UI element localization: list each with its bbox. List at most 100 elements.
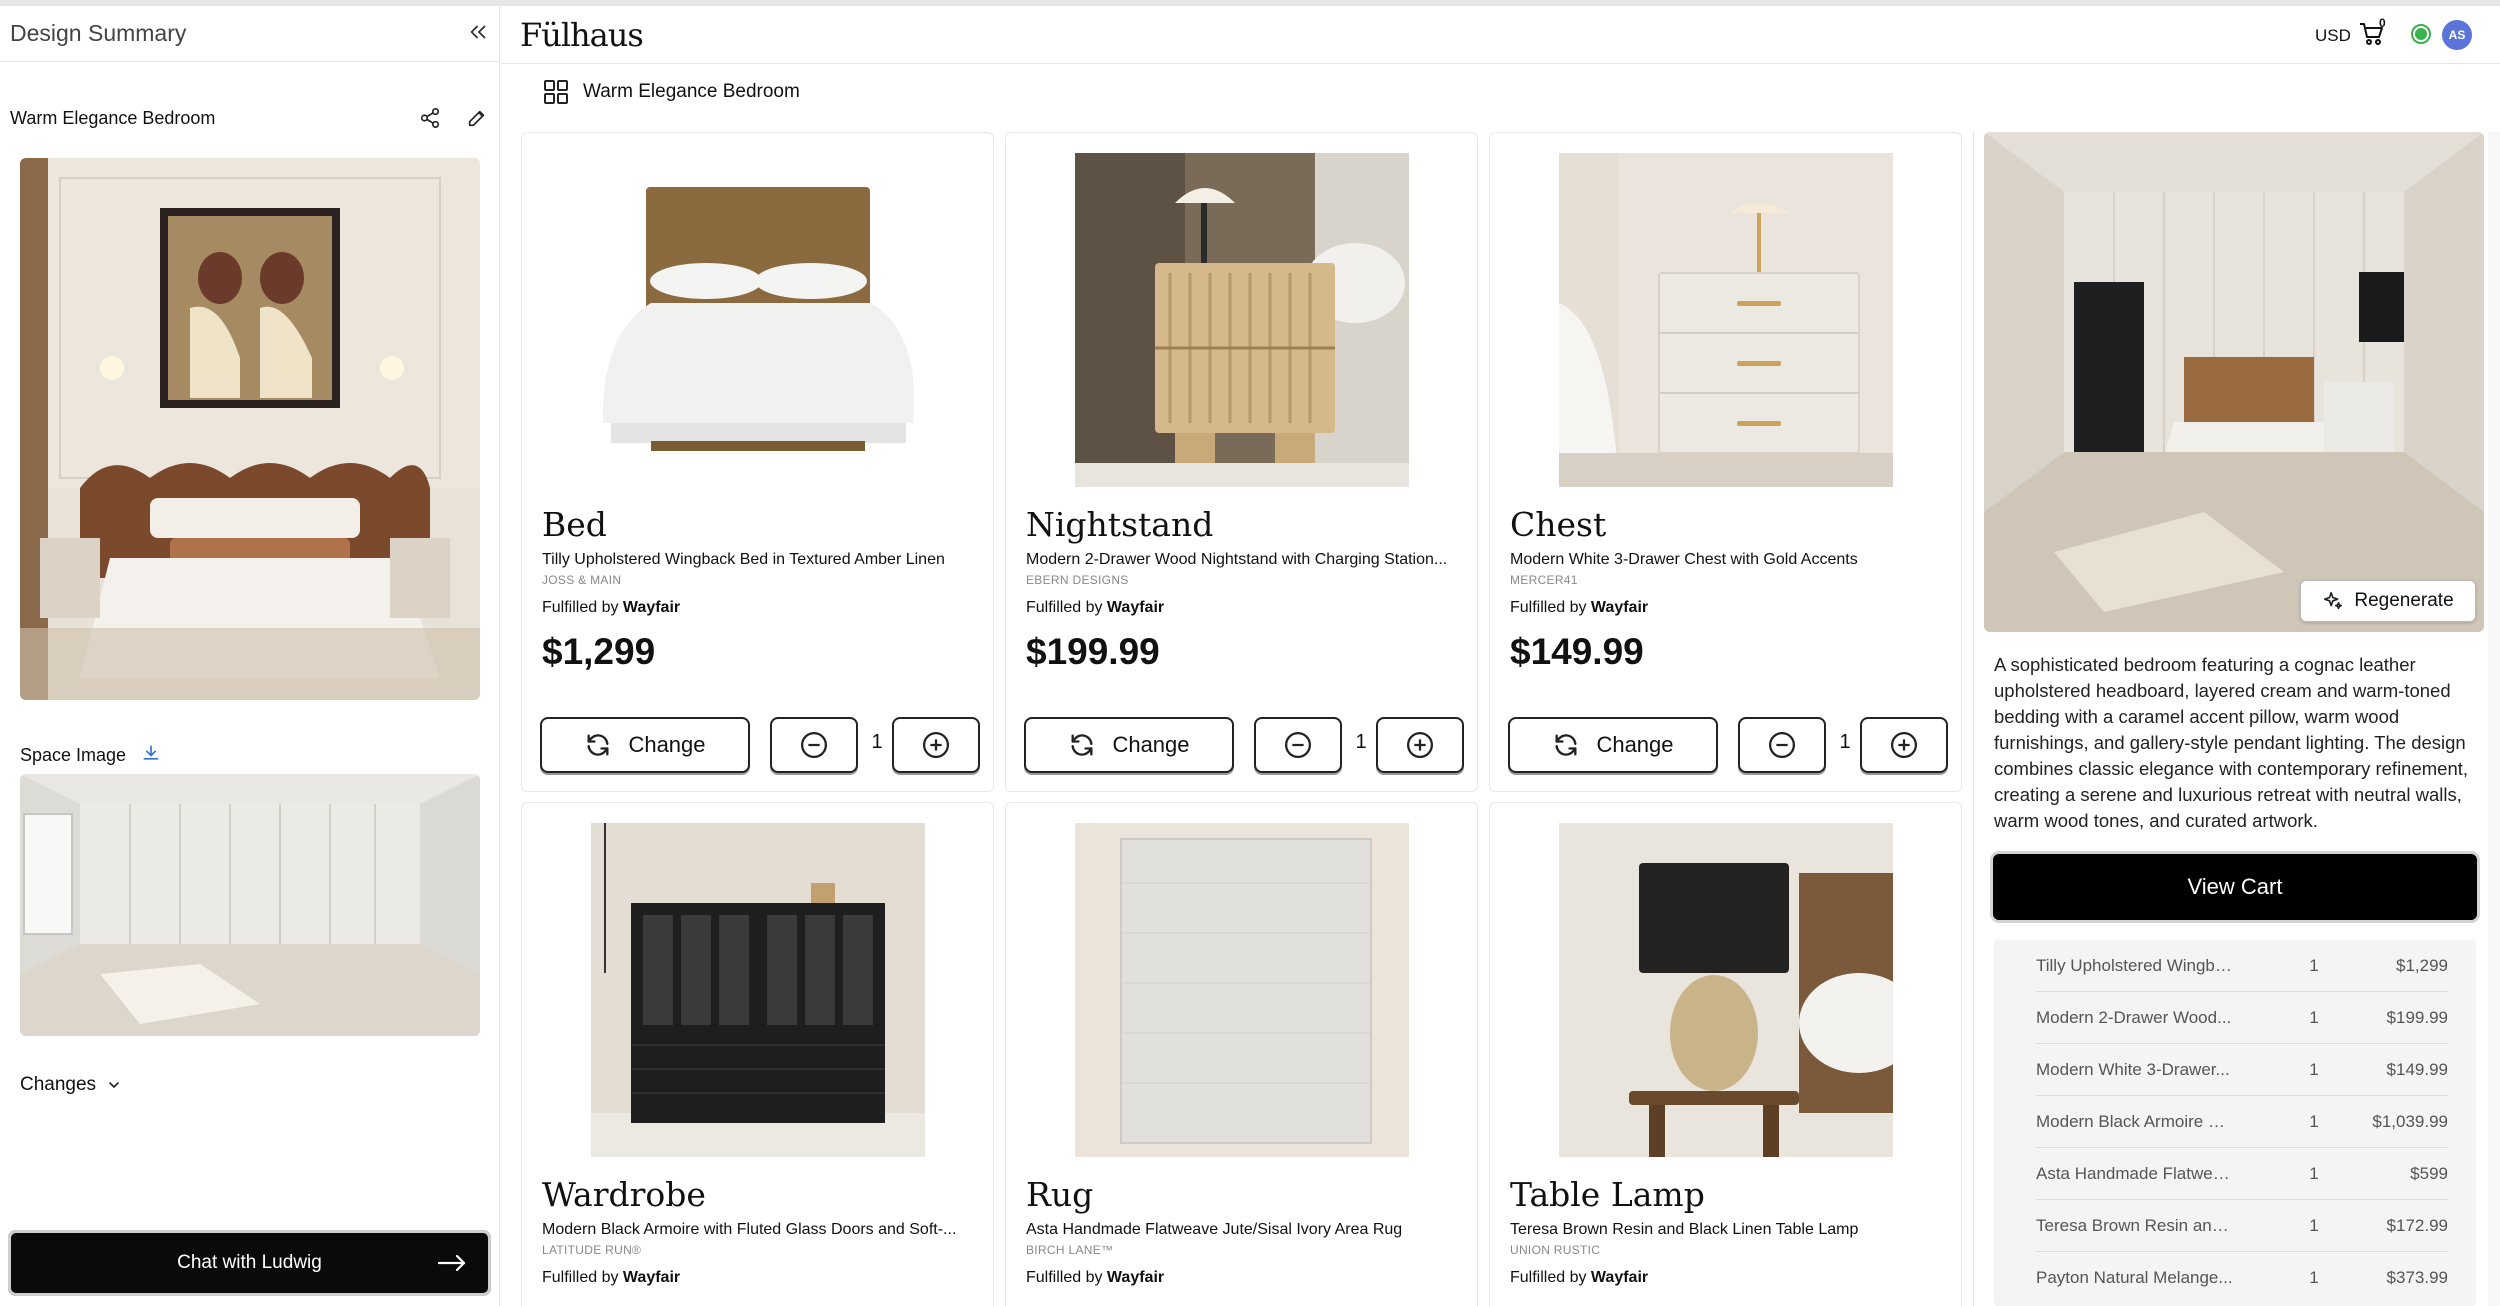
product-price: $199.99 [1026, 631, 1160, 672]
decrease-quantity-button[interactable] [1254, 717, 1342, 773]
quantity-value: 1 [1355, 731, 1367, 753]
product-name[interactable]: Teresa Brown Resin and Black Linen Table… [1510, 1221, 1950, 1239]
refresh-icon [1555, 734, 1577, 756]
product-card-chest: Chest Modern White 3-Drawer Chest with G… [1489, 132, 1962, 792]
fulfilled-prefix: Fulfilled by [1510, 599, 1591, 616]
cart-item-row[interactable]: Teresa Brown Resin and Bla... 1 $172.99 [1994, 1200, 2476, 1252]
product-category: Rug [1026, 1175, 1094, 1214]
product-brand: EBERN DESIGNS [1026, 573, 1129, 587]
cart-item-price: $599 [2410, 1164, 2448, 1183]
fulfilled-prefix: Fulfilled by [542, 599, 623, 616]
cart-item-price: $373.99 [2386, 1268, 2448, 1287]
sidebar-header: Design Summary [0, 6, 499, 62]
fulhaus-logo[interactable]: Fülhaus [520, 16, 644, 54]
cart-item-qty: 1 [2309, 1112, 2319, 1131]
regenerate-button[interactable]: Regenerate [2300, 580, 2476, 622]
app-root: Design Summary Warm Elegance Bedroom Spa… [0, 0, 2500, 1306]
change-product-button[interactable]: Change [1508, 717, 1718, 773]
product-name[interactable]: Modern Black Armoire with Fluted Glass D… [542, 1221, 982, 1239]
product-name[interactable]: Tilly Upholstered Wingback Bed in Textur… [542, 551, 982, 569]
cart-item-name: Modern White 3-Drawer... [2036, 1060, 2230, 1079]
product-image-nightstand[interactable] [1075, 153, 1409, 487]
space-image[interactable] [20, 774, 480, 1036]
product-image-bed[interactable] [591, 153, 925, 487]
product-price: $149.99 [1510, 631, 1644, 672]
product-image-wardrobe[interactable] [591, 823, 925, 1157]
cart-item-price: $1,039.99 [2372, 1112, 2448, 1131]
share-icon[interactable] [419, 107, 443, 131]
product-name[interactable]: Modern White 3-Drawer Chest with Gold Ac… [1510, 551, 1950, 569]
chat-with-ludwig-button[interactable]: Chat with Ludwig [8, 1230, 491, 1296]
cart-item-row[interactable]: Payton Natural Melange... 1 $373.99 [1994, 1252, 2476, 1304]
summary-panel: Regenerate A sophisticated bedroom featu… [1973, 132, 2500, 1306]
cart-item-row[interactable]: Modern 2-Drawer Wood... 1 $199.99 [1994, 992, 2476, 1044]
design-name: Warm Elegance Bedroom [10, 108, 216, 128]
space-image-label: Space Image [20, 745, 127, 765]
product-card-bed: Bed Tilly Upholstered Wingback Bed in Te… [521, 132, 994, 792]
chevron-down-icon [109, 1082, 119, 1088]
main-title-row: Warm Elegance Bedroom [543, 72, 800, 112]
quantity-value: 1 [1839, 731, 1851, 753]
plus-circle-icon [1407, 732, 1433, 758]
product-category: Wardrobe [542, 1175, 706, 1214]
cart-item-row[interactable]: Modern White 3-Drawer... 1 $149.99 [1994, 1044, 2476, 1096]
cart-item-row[interactable]: Modern Black Armoire with... 1 $1,039.99 [1994, 1096, 2476, 1148]
cart-item-name: Payton Natural Melange... [2036, 1268, 2233, 1287]
room-render-image[interactable] [1984, 132, 2484, 632]
cart-items-list: Tilly Upholstered Wingback... 1 $1,299 Mod… [1994, 940, 2476, 1306]
design-title: Warm Elegance Bedroom [583, 81, 800, 102]
download-icon[interactable] [141, 743, 163, 765]
change-product-button[interactable]: Change [1024, 717, 1234, 773]
decrease-quantity-button[interactable] [1738, 717, 1826, 773]
minus-circle-icon [1769, 732, 1795, 758]
cart-item-price: $199.99 [2386, 1008, 2448, 1027]
changes-toggle[interactable]: Changes [20, 1074, 122, 1096]
collapse-sidebar-icon[interactable] [466, 20, 490, 44]
arrow-right-icon [437, 1254, 466, 1272]
edit-icon[interactable] [466, 107, 490, 131]
retailer-name: Wayfair [1590, 1269, 1649, 1286]
retailer-name: Wayfair [622, 599, 681, 616]
product-card-nightstand: Nightstand Modern 2-Drawer Wood Nightsta… [1005, 132, 1478, 792]
cart-item-qty: 1 [2309, 956, 2319, 975]
cart-count-badge: 0 [2379, 16, 2386, 30]
product-name[interactable]: Asta Handmade Flatweave Jute/Sisal Ivory… [1026, 1221, 1466, 1239]
changes-label: Changes [20, 1074, 97, 1095]
refresh-icon [587, 734, 609, 756]
user-avatar[interactable]: AS [2442, 20, 2472, 50]
product-category: Nightstand [1026, 505, 1214, 544]
grid-view-icon[interactable] [543, 79, 569, 105]
panel-scrollbar[interactable] [2488, 132, 2500, 1306]
increase-quantity-button[interactable] [1376, 717, 1464, 773]
fulfilled-by: Fulfilled by Wayfair [1026, 1269, 1164, 1287]
plus-circle-icon [923, 732, 949, 758]
cart-icon[interactable]: 0 [2358, 16, 2388, 48]
retailer-name: Wayfair [622, 1269, 681, 1286]
currency-selector[interactable]: USD [2315, 26, 2351, 46]
change-product-button[interactable]: Change [540, 717, 750, 773]
cart-item-name: Modern 2-Drawer Wood... [2036, 1008, 2232, 1027]
design-render-image[interactable] [20, 158, 480, 700]
fulfilled-by: Fulfilled by Wayfair [542, 1269, 680, 1287]
cart-item-price: $1,299 [2396, 956, 2448, 975]
increase-quantity-button[interactable] [1860, 717, 1948, 773]
view-cart-button[interactable]: View Cart [1993, 854, 2477, 920]
product-image-rug[interactable] [1075, 823, 1409, 1157]
increase-quantity-button[interactable] [892, 717, 980, 773]
fulfilled-by: Fulfilled by Wayfair [1510, 1269, 1648, 1287]
product-image-table-lamp[interactable] [1559, 823, 1893, 1157]
decrease-quantity-button[interactable] [770, 717, 858, 773]
product-category: Chest [1510, 505, 1607, 544]
product-category: Bed [542, 505, 607, 544]
product-image-chest[interactable] [1559, 153, 1893, 487]
product-brand: LATITUDE RUN® [542, 1243, 642, 1257]
fulfilled-prefix: Fulfilled by [1026, 1269, 1107, 1286]
cart-item-row[interactable]: Asta Handmade Flatweave... 1 $599 [1994, 1148, 2476, 1200]
product-name[interactable]: Modern 2-Drawer Wood Nightstand with Cha… [1026, 551, 1466, 569]
plus-circle-icon [1891, 732, 1917, 758]
product-card-table-lamp: Table Lamp Teresa Brown Resin and Black … [1489, 802, 1962, 1306]
cart-item-row[interactable]: Tilly Upholstered Wingback... 1 $1,299 [1994, 940, 2476, 992]
status-indicator [2411, 24, 2431, 44]
product-brand: JOSS & MAIN [542, 573, 622, 587]
change-label: Change [1596, 732, 1674, 757]
